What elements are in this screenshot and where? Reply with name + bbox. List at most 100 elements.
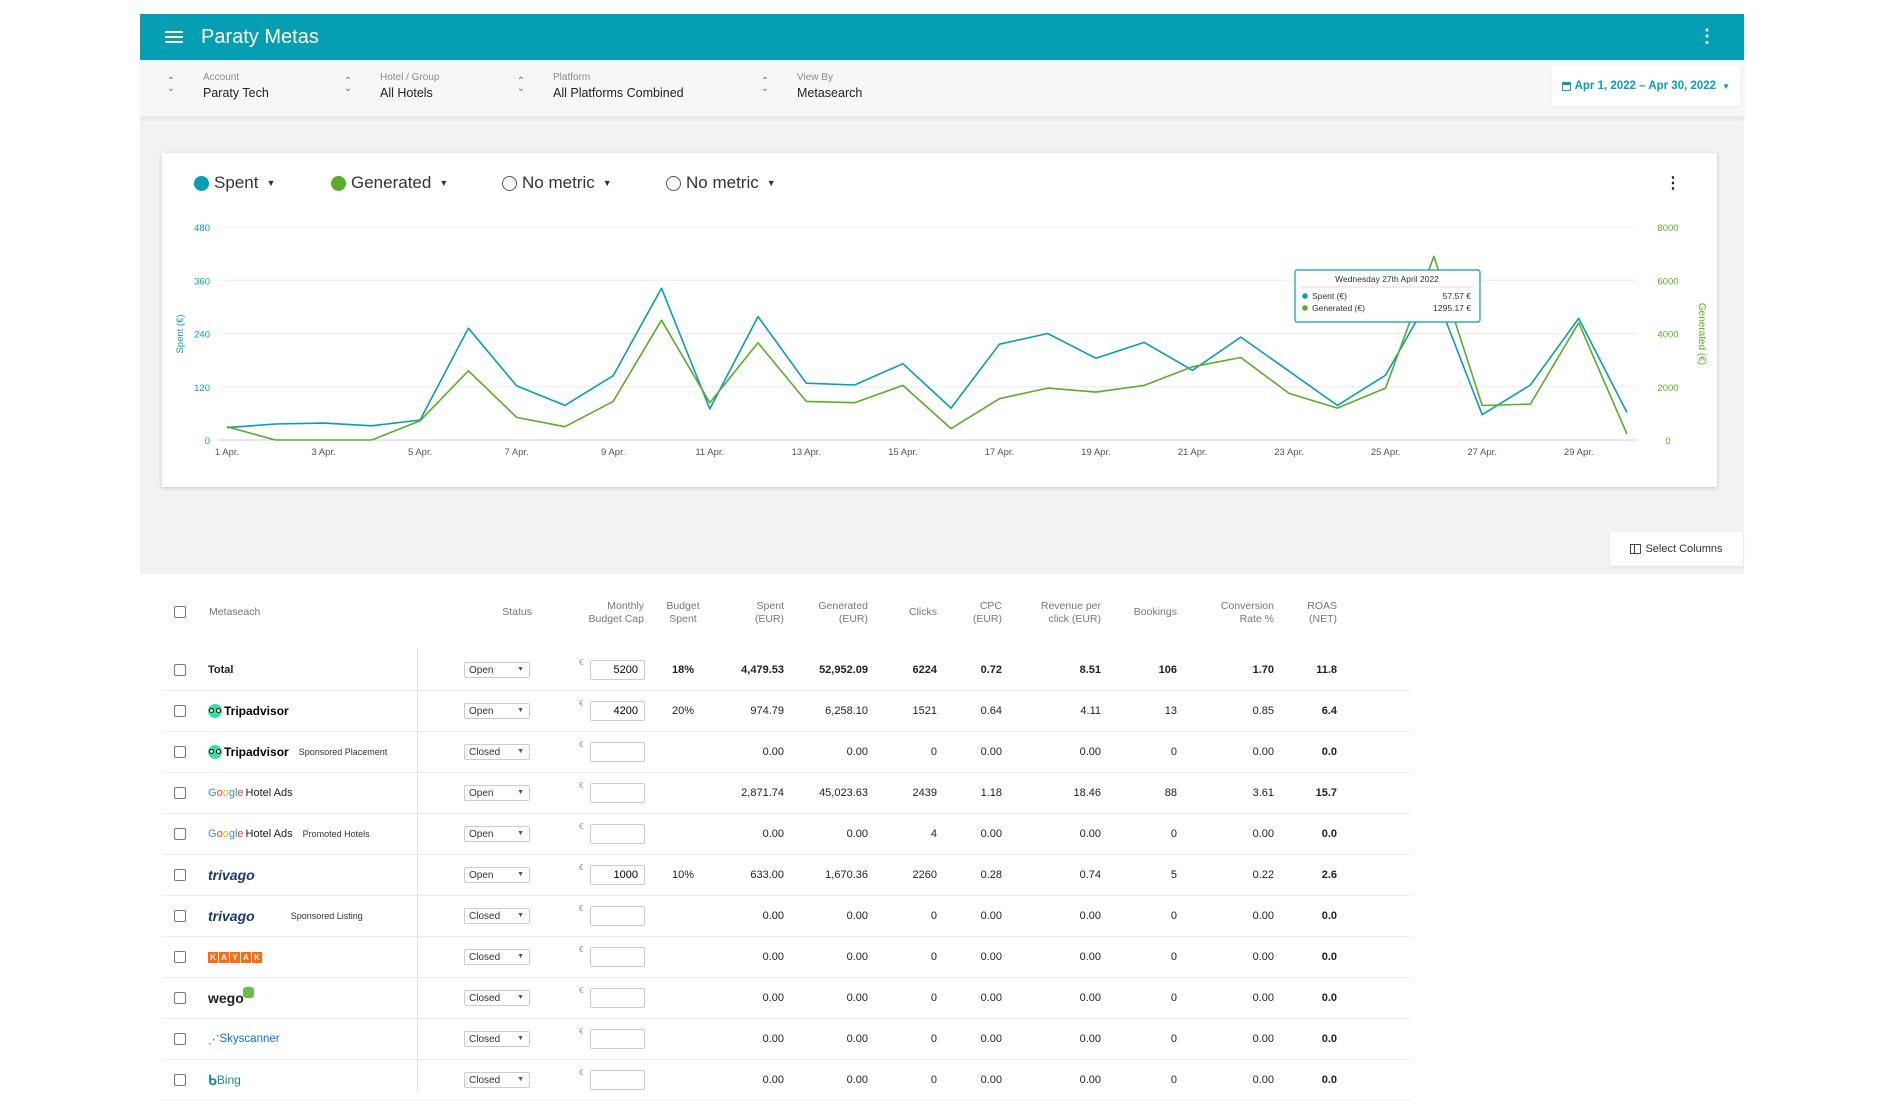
cell-cpc: 0.72 <box>980 664 1002 676</box>
cell-clicks: 6224 <box>912 664 937 676</box>
table-row: Google Hotel Ads Promoted Hotels Open ▼ €0.00… <box>162 814 1410 855</box>
euro-symbol: € <box>579 863 584 872</box>
cell-cpc: 0.00 <box>980 992 1002 1004</box>
top-bar: Paraty Metas ⋮ <box>140 14 1744 60</box>
header-bookings[interactable]: Bookings <box>1122 606 1177 619</box>
row-checkbox[interactable] <box>174 1033 186 1045</box>
euro-symbol: € <box>579 740 584 749</box>
date-range-picker[interactable]: Apr 1, 2022 – Apr 30, 2022 ▼ <box>1551 66 1740 106</box>
cell-spent: 0.00 <box>762 951 784 963</box>
hamburger-menu-icon[interactable] <box>165 31 183 43</box>
tooltip-value: 57.57 € <box>1443 291 1472 301</box>
row-checkbox[interactable] <box>174 910 186 922</box>
row-label: Total <box>208 664 234 676</box>
cell-roas: 2.6 <box>1321 869 1337 881</box>
header-cpc[interactable]: CPC (EUR) <box>972 600 1002 626</box>
budget-cap-input[interactable] <box>590 824 645 844</box>
status-select[interactable]: Open ▼ <box>464 785 530 801</box>
table-row: Google Hotel Ads Open ▼ €2,871.74 45,023.63 24… <box>162 773 1410 814</box>
chart-card: Spent ▼ Generated ▼ No metric ▼ No metri… <box>162 153 1717 487</box>
header-conversion-rate[interactable]: Conversion Rate % <box>1202 600 1274 626</box>
cell-generated: 0.00 <box>846 746 868 758</box>
cell-bookings: 0 <box>1170 1033 1177 1045</box>
budget-cap-input[interactable] <box>590 660 645 680</box>
x-tick-label: 27 Apr. <box>1467 447 1497 458</box>
budget-cap-input[interactable] <box>590 947 645 967</box>
cell-bookings: 0 <box>1170 951 1177 963</box>
header-spent[interactable]: Spent (EUR) <box>732 600 784 626</box>
budget-cap-input[interactable] <box>590 988 645 1008</box>
cell-conv: 0.00 <box>1252 828 1274 840</box>
cell-cpc: 0.00 <box>980 951 1002 963</box>
cell-conv: 3.61 <box>1252 787 1274 799</box>
row-checkbox[interactable] <box>174 664 186 676</box>
header-generated[interactable]: Generated (EUR) <box>802 600 868 626</box>
cell-bookings: 0 <box>1170 992 1177 1004</box>
status-select[interactable]: Closed ▼ <box>464 1072 530 1088</box>
status-select[interactable]: Closed ▼ <box>464 1031 530 1047</box>
y2-tick-label: 4000 <box>1657 330 1678 341</box>
table-row: trivago Open ▼ €10% 633.00 1,670.36 2260 0.28 0.… <box>162 855 1410 896</box>
cell-rpc: 18.46 <box>1073 787 1101 799</box>
header-revenue-per-click[interactable]: Revenue per click (EUR) <box>1025 600 1101 626</box>
budget-cap-input[interactable] <box>590 1029 645 1049</box>
y-axis-title: Spent (€) <box>175 314 186 353</box>
row-checkbox[interactable] <box>174 951 186 963</box>
platform-name: Tripadvisor <box>224 704 289 718</box>
status-value: Closed <box>469 951 501 963</box>
header-budget-cap[interactable]: Monthly Budget Cap <box>582 600 644 626</box>
table-row: ⋰ Skyscanner Closed ▼ €0.00 0.00 0 0.00 0.00 0 0.0… <box>162 1019 1410 1060</box>
budget-cap-input[interactable] <box>590 1070 645 1090</box>
row-checkbox[interactable] <box>174 992 186 1004</box>
cell-spent: 974.79 <box>750 705 784 717</box>
budget-cap-input[interactable] <box>590 865 645 885</box>
header-roas[interactable]: ROAS (NET) <box>1305 600 1337 626</box>
status-select[interactable]: Closed ▼ <box>464 908 530 924</box>
y-tick-label: 0 <box>205 436 210 447</box>
x-tick-label: 13 Apr. <box>792 447 822 458</box>
cell-conv: 0.00 <box>1252 1074 1274 1086</box>
row-checkbox[interactable] <box>174 1074 186 1086</box>
cell-generated: 0.00 <box>846 992 868 1004</box>
row-checkbox[interactable] <box>174 705 186 717</box>
budget-cap-input[interactable] <box>590 906 645 926</box>
cell-roas: 0.0 <box>1321 1074 1337 1086</box>
y-tick-label: 480 <box>194 223 210 234</box>
select-columns-button[interactable]: Select Columns <box>1610 532 1743 566</box>
header-clicks[interactable]: Clicks <box>892 606 937 619</box>
cell-cpc: 0.00 <box>980 1033 1002 1045</box>
filter-hotel-group[interactable]: ⌃ ⌄ Hotel / Group All Hotels <box>342 72 440 100</box>
budget-cap-input[interactable] <box>590 742 645 762</box>
row-checkbox[interactable] <box>174 828 186 840</box>
header-metasearch: Metaseach <box>209 606 261 618</box>
cell-roas: 6.4 <box>1321 705 1337 717</box>
cell-spent: 0.00 <box>762 746 784 758</box>
status-select[interactable]: Open ▼ <box>464 703 530 719</box>
header-budget-spent[interactable]: Budget Spent <box>664 600 702 626</box>
tripadvisor-owl-icon <box>208 704 222 718</box>
cell-spent: 0.00 <box>762 1033 784 1045</box>
status-select[interactable]: Closed ▼ <box>464 949 530 965</box>
status-select[interactable]: Open ▼ <box>464 867 530 883</box>
more-vert-icon[interactable]: ⋮ <box>1698 27 1716 45</box>
status-select[interactable]: Open ▼ <box>464 826 530 842</box>
google-logo: Google <box>208 828 244 840</box>
cell-generated: 0.00 <box>846 951 868 963</box>
status-select[interactable]: Closed ▼ <box>464 744 530 760</box>
row-checkbox[interactable] <box>174 746 186 758</box>
filter-platform[interactable]: ⌃ ⌄ Platform All Platforms Combined <box>515 72 684 100</box>
budget-cap-input[interactable] <box>590 701 645 721</box>
select-all-checkbox[interactable] <box>174 606 186 618</box>
budget-cap-input[interactable] <box>590 783 645 803</box>
row-checkbox[interactable] <box>174 869 186 881</box>
row-checkbox[interactable] <box>174 787 186 799</box>
cell-roas: 0.0 <box>1321 992 1337 1004</box>
filter-view-by[interactable]: ⌃ ⌄ View By Metasearch <box>759 72 863 100</box>
cell-spent: 4,479.53 <box>741 664 784 676</box>
cell-bookings: 5 <box>1170 869 1177 881</box>
filter-value: Paraty Tech <box>203 86 269 100</box>
status-select[interactable]: Closed ▼ <box>464 990 530 1006</box>
status-select[interactable]: Open ▼ <box>464 662 530 678</box>
filter-account[interactable]: ⌃ ⌄ Account Paraty Tech <box>165 72 269 100</box>
status-value: Open <box>469 828 494 840</box>
